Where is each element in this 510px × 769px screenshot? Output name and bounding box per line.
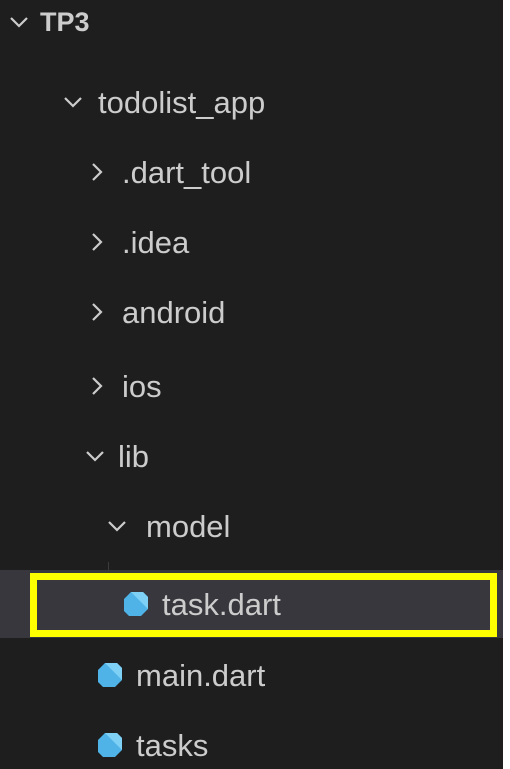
tree-item-label: .dart_tool — [122, 154, 252, 190]
tree-item-label: todolist_app — [98, 84, 266, 120]
tree-item-label: task.dart — [162, 586, 281, 622]
tree-item-label: ios — [122, 368, 162, 404]
chevron-down-icon — [62, 91, 84, 113]
tree-item-label: main.dart — [136, 657, 266, 693]
tree-item-label: model — [146, 508, 231, 544]
tree-folder-dart-tool[interactable]: .dart_tool — [0, 137, 503, 207]
chevron-right-icon — [86, 231, 108, 253]
tree-item-label: tasks — [136, 727, 209, 763]
tree-item-label: android — [122, 294, 226, 330]
tree-file-task-dart[interactable]: task.dart — [0, 570, 503, 638]
tree-folder-ios[interactable]: ios — [0, 351, 503, 421]
chevron-down-icon — [106, 515, 128, 537]
explorer-root-tp3[interactable]: TP3 — [0, 0, 503, 54]
explorer-root-label: TP3 — [40, 6, 90, 37]
tree-folder-idea[interactable]: .idea — [0, 207, 503, 277]
chevron-right-icon — [86, 375, 108, 397]
chevron-down-icon — [84, 445, 106, 467]
tree-item-label: .idea — [122, 224, 190, 260]
chevron-right-icon — [86, 161, 108, 183]
tree-file-main-dart[interactable]: main.dart — [0, 640, 503, 710]
tree-folder-todolist-app[interactable]: todolist_app — [0, 67, 503, 137]
chevron-right-icon — [86, 301, 108, 323]
tree-folder-android[interactable]: android — [0, 277, 503, 347]
tree-item-label: lib — [118, 438, 150, 474]
tree-file-tasks[interactable]: tasks — [0, 710, 503, 769]
chevron-down-icon — [8, 11, 30, 33]
file-explorer: TP3 todolist_app .dart_tool .idea androi… — [0, 0, 503, 769]
dart-file-icon — [96, 731, 124, 759]
dart-file-icon — [96, 661, 124, 689]
dart-file-icon — [122, 590, 150, 618]
tree-folder-model[interactable]: model — [0, 491, 503, 561]
tree-folder-lib[interactable]: lib — [0, 421, 503, 491]
